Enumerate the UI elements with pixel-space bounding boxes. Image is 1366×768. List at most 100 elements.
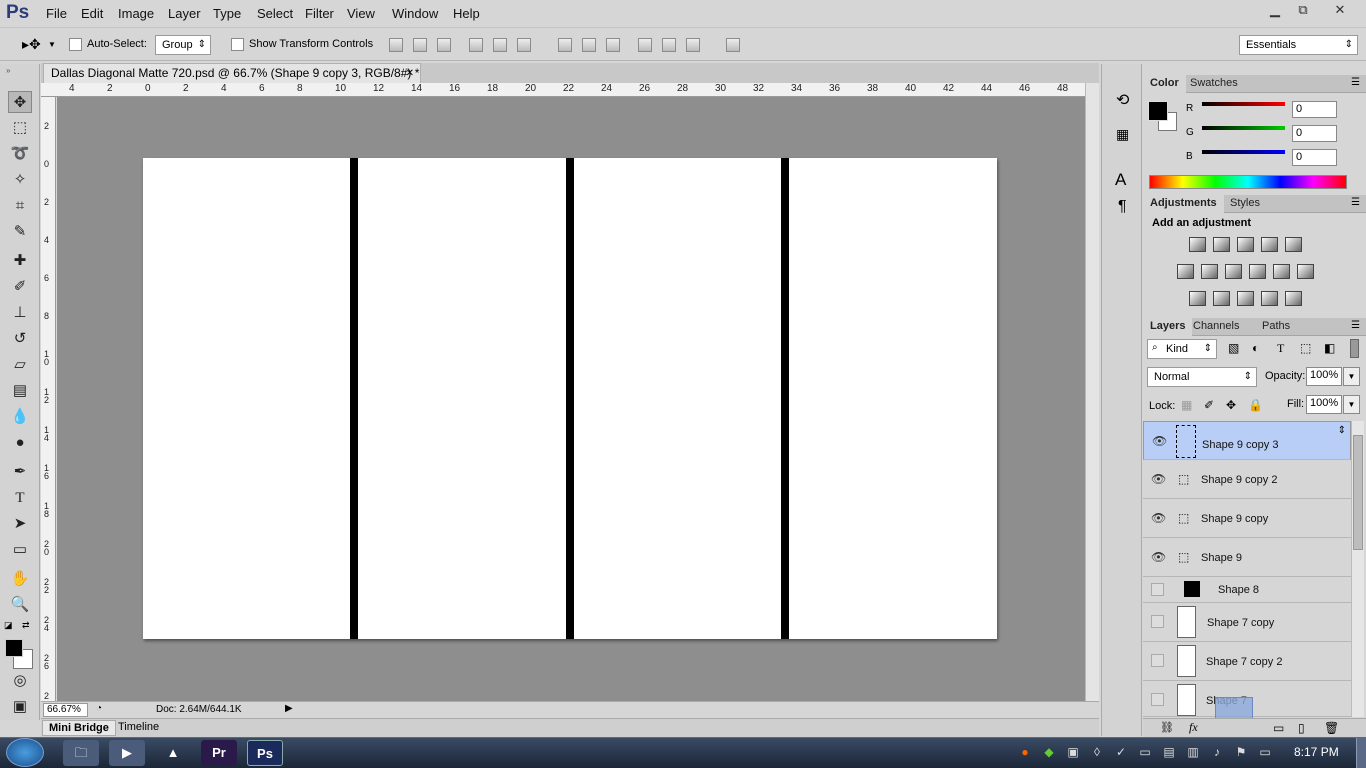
- channel-b-input[interactable]: 0: [1292, 149, 1337, 166]
- distribute-vcenter-icon[interactable]: [582, 38, 596, 52]
- workspace-dropdown[interactable]: Essentials: [1239, 35, 1358, 55]
- channel-g-slider[interactable]: [1202, 126, 1285, 130]
- shape-tool-icon[interactable]: ▭: [8, 539, 32, 561]
- tab-adjustments[interactable]: Adjustments: [1143, 195, 1224, 213]
- black-white-icon[interactable]: [1225, 264, 1242, 279]
- gradient-tool-icon[interactable]: ▤: [8, 380, 32, 402]
- layer-shape-7-copy[interactable]: Shape 7 copy: [1143, 603, 1351, 642]
- filter-shape-icon[interactable]: ⬚: [1300, 341, 1311, 355]
- tray-printer-icon[interactable]: ▥: [1186, 745, 1200, 759]
- tray-network-icon[interactable]: ▤: [1162, 745, 1176, 759]
- action-center-flag-icon[interactable]: ⚑: [1234, 745, 1248, 759]
- network-status-icon[interactable]: ▭: [1258, 745, 1272, 759]
- eraser-tool-icon[interactable]: ▱: [8, 354, 32, 376]
- gradient-map-icon[interactable]: [1285, 291, 1302, 306]
- tray-usb-icon[interactable]: ▭: [1138, 745, 1152, 759]
- type-tool-icon[interactable]: T: [8, 487, 32, 509]
- tray-nvidia-icon[interactable]: ◆: [1042, 745, 1056, 759]
- filter-toggle[interactable]: [1350, 339, 1359, 358]
- minimize-button[interactable]: ▁: [1261, 0, 1289, 20]
- clone-stamp-tool-icon[interactable]: ⊥: [8, 302, 32, 324]
- paragraph-icon[interactable]: ¶: [1118, 198, 1127, 216]
- color-lookup-icon[interactable]: [1297, 264, 1314, 279]
- crop-tool-icon[interactable]: ⌗: [8, 195, 32, 217]
- blur-tool-icon[interactable]: 💧: [8, 406, 32, 428]
- invert-icon[interactable]: [1189, 291, 1206, 306]
- character-icon[interactable]: A: [1115, 170, 1126, 190]
- panel-menu-icon[interactable]: ☰: [1351, 197, 1360, 208]
- tray-drop-icon[interactable]: ◊: [1090, 745, 1104, 759]
- menu-edit[interactable]: Edit: [81, 6, 103, 21]
- auto-select-checkbox[interactable]: [69, 38, 82, 51]
- distribute-right-icon[interactable]: [686, 38, 700, 52]
- premiere-icon[interactable]: Pr: [201, 740, 237, 766]
- link-layers-icon[interactable]: ⛓: [1160, 721, 1174, 734]
- layer-shape-8[interactable]: Shape 8: [1143, 577, 1351, 603]
- color-spectrum-bar[interactable]: [1149, 175, 1347, 189]
- history-icon[interactable]: ⟲: [1116, 90, 1129, 110]
- layer-style-icon[interactable]: fx: [1189, 720, 1198, 735]
- photoshop-taskbar-icon[interactable]: Ps: [247, 740, 283, 766]
- close-icon[interactable]: ✕: [406, 64, 414, 83]
- new-group-icon[interactable]: ▭: [1273, 721, 1284, 735]
- pen-tool-icon[interactable]: ✒: [8, 461, 32, 483]
- toolbox-collapse-icon[interactable]: »: [6, 66, 10, 75]
- foreground-color-swatch[interactable]: [5, 639, 23, 657]
- quick-mask-icon[interactable]: ◎: [8, 670, 32, 692]
- eyedropper-tool-icon[interactable]: ✎: [8, 221, 32, 243]
- fill-chevron-icon[interactable]: ▼: [1343, 395, 1360, 414]
- move-tool-icon[interactable]: ✥: [8, 91, 32, 113]
- color-balance-icon[interactable]: [1201, 264, 1218, 279]
- menu-select[interactable]: Select: [257, 6, 293, 21]
- magic-wand-tool-icon[interactable]: ✧: [8, 169, 32, 191]
- show-desktop-button[interactable]: [1356, 738, 1366, 768]
- tray-chrome-icon[interactable]: ●: [1018, 745, 1032, 759]
- curves-icon[interactable]: [1237, 237, 1254, 252]
- auto-align-icon[interactable]: [726, 38, 740, 52]
- dodge-tool-icon[interactable]: ●: [8, 432, 32, 454]
- tab-timeline[interactable]: Timeline: [112, 720, 165, 736]
- menu-file[interactable]: File: [46, 6, 67, 21]
- tool-preset-chevron-icon[interactable]: ▼: [48, 40, 56, 49]
- menu-image[interactable]: Image: [118, 6, 154, 21]
- levels-icon[interactable]: [1213, 237, 1230, 252]
- delete-layer-icon[interactable]: 🗑: [1324, 721, 1339, 735]
- eye-icon[interactable]: 👁: [1151, 472, 1166, 486]
- hand-tool-icon[interactable]: ✋: [8, 568, 32, 590]
- align-top-icon[interactable]: [389, 38, 403, 52]
- align-hcenter-icon[interactable]: [493, 38, 507, 52]
- tray-app-icon[interactable]: ▣: [1066, 745, 1080, 759]
- history-brush-tool-icon[interactable]: ↺: [8, 328, 32, 350]
- zoom-tool-icon[interactable]: 🔍: [8, 594, 32, 616]
- align-right-icon[interactable]: [517, 38, 531, 52]
- lock-transparent-icon[interactable]: ▦: [1181, 398, 1192, 412]
- distribute-left-icon[interactable]: [638, 38, 652, 52]
- menu-view[interactable]: View: [347, 6, 375, 21]
- channel-b-slider[interactable]: [1202, 150, 1285, 154]
- visibility-toggle[interactable]: [1151, 654, 1164, 667]
- layers-scrollbar[interactable]: [1351, 421, 1364, 717]
- menu-layer[interactable]: Layer: [168, 6, 201, 21]
- fill-input[interactable]: 100%: [1306, 395, 1342, 414]
- tray-tool-icon[interactable]: ✓: [1114, 745, 1128, 759]
- distribute-top-icon[interactable]: [558, 38, 572, 52]
- explorer-icon[interactable]: 🗀: [63, 740, 99, 766]
- photo-filter-icon[interactable]: [1249, 264, 1266, 279]
- visibility-toggle[interactable]: [1151, 615, 1164, 628]
- filter-type-icon[interactable]: T: [1277, 341, 1284, 356]
- tab-swatches[interactable]: Swatches: [1183, 75, 1245, 93]
- layer-shape-7-copy-2[interactable]: Shape 7 copy 2: [1143, 642, 1351, 681]
- layer-shape-9[interactable]: 👁 ⬚ Shape 9: [1143, 538, 1351, 577]
- media-player-icon[interactable]: ▶: [109, 740, 145, 766]
- distribute-bottom-icon[interactable]: [606, 38, 620, 52]
- layer-shape-9-copy[interactable]: 👁 ⬚ Shape 9 copy: [1143, 499, 1351, 538]
- canvas-vertical-scrollbar[interactable]: [1085, 83, 1099, 701]
- channel-mixer-icon[interactable]: [1273, 264, 1290, 279]
- visibility-toggle[interactable]: [1151, 583, 1164, 596]
- status-menu-arrow-icon[interactable]: ▶: [285, 703, 293, 714]
- eye-icon[interactable]: 👁: [1151, 550, 1166, 564]
- align-vcenter-icon[interactable]: [413, 38, 427, 52]
- align-bottom-icon[interactable]: [437, 38, 451, 52]
- color-foreground-swatch[interactable]: [1148, 101, 1168, 121]
- document-canvas[interactable]: [143, 158, 997, 639]
